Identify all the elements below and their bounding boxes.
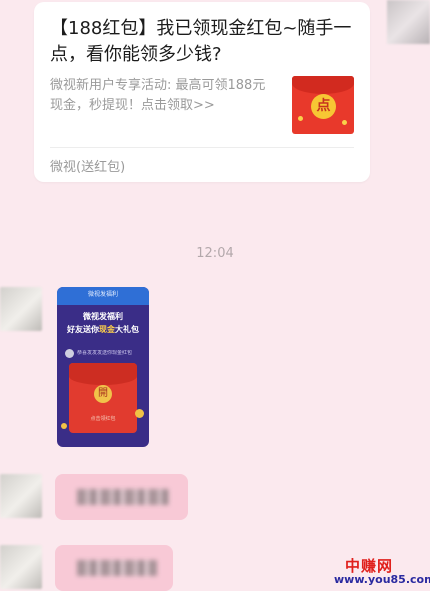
avatar[interactable]: [0, 545, 42, 589]
link-card-title: 【188红包】我已领现金红包~随手一点，看你能领多少钱?: [50, 18, 352, 65]
link-card-description: 微视新用户专享活动: 最高可领188元现金，秒提现！点击领取>>: [50, 78, 266, 113]
shared-link-card[interactable]: 【188红包】我已领现金红包~随手一点，看你能领多少钱? 微视新用户专享活动: …: [34, 2, 370, 182]
red-envelope-flap: [69, 363, 137, 385]
obscured-message-text: [77, 560, 157, 576]
gold-coin-icon: [135, 409, 144, 418]
envelope-caption: 点击领红包: [90, 416, 116, 422]
gold-coin-icon: [61, 423, 67, 429]
image-message[interactable]: 微视发福利 微视发福利 好友送你现金大礼包 恭喜发发发送你现金红包 開 点击领红…: [57, 287, 149, 447]
sparkle-icon: [298, 116, 303, 121]
text-message-bubble[interactable]: [55, 474, 188, 520]
tap-coin-icon: 点: [311, 94, 336, 119]
screenshot-subheadline: 好友送你现金大礼包: [67, 325, 139, 334]
avatar[interactable]: [0, 287, 42, 331]
card-divider: [50, 147, 354, 148]
red-envelope: 開 点击领红包: [69, 363, 137, 433]
red-packet-thumbnail: 点: [292, 76, 354, 134]
screenshot-headline: 微视发福利: [83, 312, 123, 321]
text-message-bubble[interactable]: [55, 545, 173, 591]
open-coin-icon: 開: [94, 385, 112, 403]
sparkle-icon: [342, 120, 347, 125]
message-timestamp: 12:04: [196, 246, 234, 261]
screenshot-sender-avatar: [65, 349, 74, 358]
watermark-url: www.you85.com: [334, 573, 430, 586]
avatar[interactable]: [0, 474, 42, 518]
red-packet-flap: [292, 76, 354, 94]
obscured-message-text: [77, 489, 169, 505]
screenshot-invite-text: 恭喜发发发送你现金红包: [77, 350, 133, 356]
avatar[interactable]: [387, 0, 430, 44]
link-card-source: 微视(送红包): [50, 160, 126, 175]
screenshot-topbar-title: 微视发福利: [87, 291, 118, 298]
